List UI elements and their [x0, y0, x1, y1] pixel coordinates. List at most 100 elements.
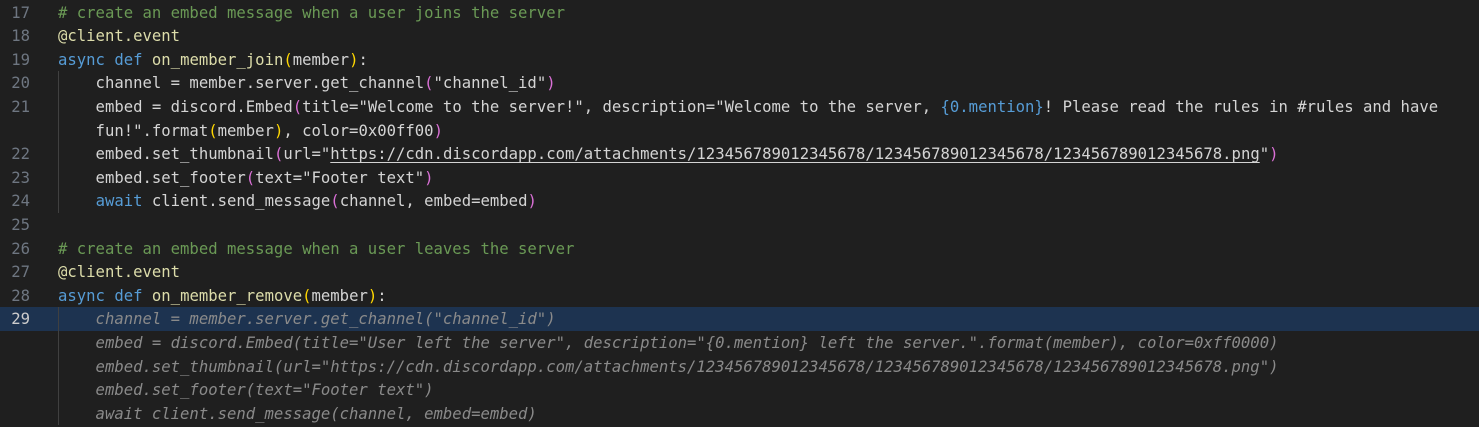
code-token: await: [95, 192, 152, 211]
code-text: embed.set_thumbnail(url="https://cdn.dis…: [58, 355, 1279, 379]
line-number: [0, 355, 30, 379]
code-token: ): [367, 286, 378, 305]
line-number: 29: [11, 310, 30, 329]
code-token: ): [424, 168, 434, 187]
code-token: ): [273, 121, 284, 140]
code-line[interactable]: 23 embed.set_footer(text="Footer text"): [0, 166, 1479, 190]
code-token: Embed: [245, 97, 293, 116]
code-token: {0.mention}: [940, 97, 1044, 116]
code-text: await client.send_message(channel, embed…: [58, 189, 537, 213]
code-text: @client.event: [58, 260, 180, 284]
code-token: channel = member.server.: [58, 74, 321, 93]
line-number: 20: [11, 74, 30, 93]
code-token: embed.set_footer(text="Footer text"): [58, 381, 434, 400]
code-token: embed.set_thumbnail: [58, 145, 274, 164]
code-text: embed = discord.Embed(title="User left t…: [58, 331, 1279, 355]
code-token: (: [208, 121, 218, 140]
code-token: embed = discord.Embed(title="User left t…: [58, 333, 1279, 352]
code-line[interactable]: fun!".format(member), color=0x00ff00): [0, 119, 1479, 143]
code-token: text="Footer text": [255, 168, 425, 187]
code-token: ): [433, 121, 443, 140]
code-text: async def on_member_join(member):: [58, 48, 368, 72]
indent-guide: [58, 307, 59, 426]
code-token: get_channel: [320, 74, 425, 93]
code-token: fun!".format: [58, 121, 209, 140]
code-token: (: [245, 168, 256, 187]
code-token: member: [217, 121, 274, 140]
line-number: 24: [11, 192, 30, 211]
code-line[interactable]: 22 embed.set_thumbnail(url="https://cdn.…: [0, 142, 1479, 166]
code-line[interactable]: 18 @client.event: [0, 24, 1479, 48]
code-token: (: [273, 145, 284, 164]
code-token: ): [546, 74, 556, 93]
code-token: @client.event: [58, 263, 181, 282]
line-number: [0, 331, 30, 355]
code-line[interactable]: 26 # create an embed message when a user …: [0, 237, 1479, 261]
code-line[interactable]: 28 async def on_member_remove(member):: [0, 284, 1479, 308]
code-token: (: [330, 192, 340, 211]
code-text: channel = member.server.get_channel("cha…: [58, 71, 556, 95]
code-token: def: [114, 286, 152, 305]
code-token: @client.event: [58, 27, 181, 46]
code-text: @client.event: [58, 24, 180, 48]
code-text: await client.send_message(channel, embed…: [58, 402, 537, 426]
current-code-line[interactable]: 29 channel = member.server.get_channel("…: [0, 307, 1479, 332]
code-token: :: [377, 286, 387, 305]
code-token: ": [1259, 145, 1270, 164]
line-number: 25: [11, 215, 30, 234]
code-text: # create an embed message when a user le…: [58, 237, 574, 261]
line-number: 27: [11, 263, 30, 282]
code-token: on_member_join: [151, 50, 284, 69]
code-token: , color=0x00ff00: [283, 121, 434, 140]
code-text: channel = member.server.get_channel("cha…: [58, 307, 556, 331]
code-token: (: [283, 50, 293, 69]
indent-guide: [58, 71, 59, 213]
code-token: member: [311, 286, 368, 305]
code-token: (: [424, 74, 434, 93]
code-line[interactable]: 25: [0, 213, 1479, 237]
code-token: # create an embed message when a user le…: [58, 239, 575, 258]
line-number: [0, 402, 30, 426]
line-number: [0, 378, 30, 402]
code-token: on_member_remove: [151, 286, 303, 305]
code-token: channel = member.server.get_channel("cha…: [58, 310, 556, 329]
code-token: (: [292, 97, 303, 116]
code-line[interactable]: 20 channel = member.server.get_channel("…: [0, 71, 1479, 95]
code-line[interactable]: embed = discord.Embed(title="User left t…: [0, 331, 1479, 355]
code-token: title="Welcome to the server!", descript…: [302, 97, 941, 116]
code-line[interactable]: 21 embed = discord.Embed(title="Welcome …: [0, 95, 1479, 119]
code-editor[interactable]: 17 # create an embed message when a user …: [0, 0, 1479, 427]
code-text: embed.set_footer(text="Footer text"): [58, 378, 434, 402]
code-token: # create an embed message when a user jo…: [58, 3, 565, 22]
code-token: ): [527, 192, 537, 211]
code-text: # create an embed message when a user jo…: [58, 1, 565, 25]
code-line[interactable]: embed.set_thumbnail(url="https://cdn.dis…: [0, 355, 1479, 379]
code-token: embed.set_footer: [58, 168, 246, 187]
code-text: async def on_member_remove(member):: [58, 284, 387, 308]
code-token: def: [114, 50, 152, 69]
code-line[interactable]: await client.send_message(channel, embed…: [0, 402, 1479, 426]
code-token: member: [292, 50, 350, 69]
line-number: 23: [11, 168, 30, 187]
line-number: 28: [11, 286, 30, 305]
line-number: 19: [11, 50, 30, 69]
line-number: 22: [11, 145, 30, 164]
code-line[interactable]: embed.set_footer(text="Footer text"): [0, 378, 1479, 402]
code-text: embed.set_thumbnail(url="https://cdn.dis…: [58, 142, 1279, 166]
code-line[interactable]: 17 # create an embed message when a user …: [0, 1, 1479, 25]
line-number: [0, 119, 30, 143]
code-line[interactable]: 27 @client.event: [0, 260, 1479, 284]
line-number: 21: [11, 97, 30, 116]
code-token: await client.send_message(channel, embed…: [58, 404, 537, 423]
code-text: embed.set_footer(text="Footer text"): [58, 166, 434, 190]
code-text: embed = discord.Embed(title="Welcome to …: [58, 95, 1439, 119]
code-token: "channel_id": [433, 74, 547, 93]
line-number: 17: [11, 3, 30, 22]
code-line[interactable]: 19 async def on_member_join(member):: [0, 48, 1479, 72]
code-token: async: [58, 286, 115, 305]
code-line[interactable]: 24 await client.send_message(channel, em…: [0, 189, 1479, 213]
code-token: url=": [283, 145, 331, 164]
code-token: https://cdn.discordapp.com/attachments/1…: [330, 145, 1260, 164]
code-token: (: [302, 286, 312, 305]
